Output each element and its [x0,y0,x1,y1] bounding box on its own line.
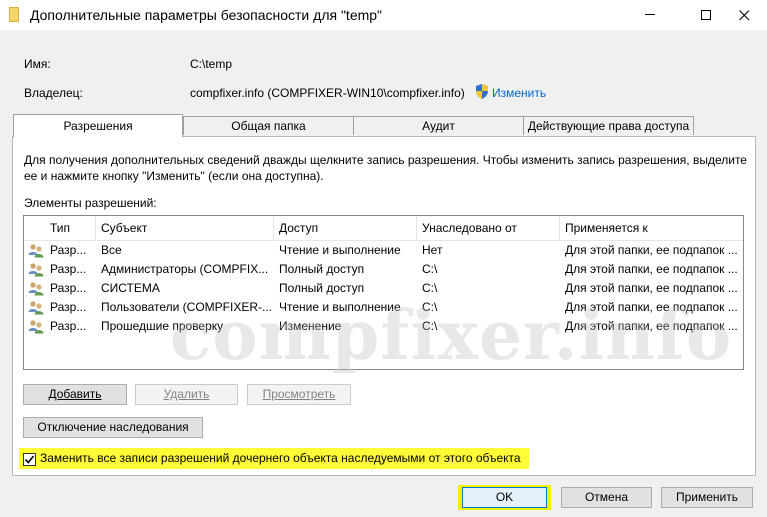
window-title: Дополнительные параметры безопасности дл… [30,7,383,23]
cell-inherited: Нет [422,243,443,257]
cell-applies: Для этой папки, ее подпапок ... [565,281,738,295]
users-icon [28,320,44,334]
users-icon [28,263,44,277]
cell-inherited: C:\ [422,319,438,333]
replace-child-permissions-label[interactable]: Заменить все записи разрешений дочернего… [40,451,521,465]
cell-applies: Для этой папки, ее подпапок ... [565,319,738,333]
table-row[interactable]: Разр... Администраторы (COMPFIX... Полный … [24,260,743,279]
description-line: ее и нажмите кнопку "Изменить" (если она… [24,169,324,183]
table-row[interactable]: Разр... Прошедшие проверку Изменение C:\ Для… [24,317,743,336]
users-icon [28,244,44,258]
add-button-label: Добавить [48,387,102,401]
cancel-button[interactable]: Отмена [561,487,652,508]
disable-inheritance-button[interactable]: Отключение наследования [23,417,203,438]
table-row[interactable]: Разр... Пользователи (COMPFIXER-... Чтение… [24,298,743,317]
cell-access: Чтение и выполнение [279,243,401,257]
security-dialog: Дополнительные параметры безопасности дл… [0,0,767,517]
tab-shared-folder[interactable]: Общая папка [183,116,354,135]
folder-icon [9,7,19,22]
permissions-list[interactable]: Тип Субъект Доступ Унаследовано от Приме… [23,215,744,370]
cell-subject: Все [101,243,122,257]
title-bar: Дополнительные параметры безопасности дл… [0,0,767,30]
tab-audit[interactable]: Аудит [353,116,524,135]
close-icon [738,9,749,20]
permissions-description: Для получения дополнительных сведений дв… [24,152,754,184]
permissions-list-label: Элементы разрешений: [24,196,157,210]
cell-type: Разр... [50,281,87,295]
cell-inherited: C:\ [422,262,438,276]
remove-button-label: Удалить [163,387,210,401]
name-label: Имя: [24,57,51,71]
view-button-label: Просмотреть [262,387,336,401]
column-header-subject[interactable]: Субъект [96,216,274,240]
maximize-icon [700,9,711,20]
minimize-button[interactable] [627,0,673,30]
cell-inherited: C:\ [422,300,438,314]
cell-type: Разр... [50,300,87,314]
owner-value: compfixer.info (COMPFIXER-WIN10\compfixe… [190,86,465,100]
column-header-type[interactable]: Тип [24,216,96,240]
users-icon [28,282,44,296]
cell-applies: Для этой папки, ее подпапок ... [565,262,738,276]
close-button[interactable] [721,0,767,30]
remove-button[interactable]: Удалить [135,384,238,405]
column-header-applies[interactable]: Применяется к [560,216,743,240]
cell-access: Полный доступ [279,262,365,276]
cell-applies: Для этой папки, ее подпапок ... [565,300,738,314]
apply-button[interactable]: Применить [661,487,753,508]
add-button[interactable]: Добавить [23,384,127,405]
cell-applies: Для этой папки, ее подпапок ... [565,243,738,257]
ok-button[interactable]: OK [462,487,547,508]
uac-shield-icon [476,84,488,99]
description-line: Для получения дополнительных сведений дв… [24,153,747,167]
users-icon [28,301,44,315]
cell-type: Разр... [50,319,87,333]
replace-child-permissions-checkbox[interactable] [23,453,36,466]
column-header-inherited[interactable]: Унаследовано от [417,216,560,240]
table-row[interactable]: Разр... Все Чтение и выполнение Нет Для этой… [24,241,743,260]
column-header-access[interactable]: Доступ [274,216,417,240]
cell-access: Изменение [279,319,342,333]
owner-label: Владелец: [24,86,83,100]
checkmark-icon [24,455,35,464]
list-header: Тип Субъект Доступ Унаследовано от Приме… [24,216,743,241]
view-button[interactable]: Просмотреть [247,384,351,405]
cell-access: Чтение и выполнение [279,300,401,314]
cell-subject: СИСТЕМА [101,281,160,295]
tab-permissions[interactable]: Разрешения [13,114,183,137]
cell-subject: Администраторы (COMPFIX... [101,262,269,276]
table-row[interactable]: Разр... СИСТЕМА Полный доступ C:\ Для этой п… [24,279,743,298]
cell-type: Разр... [50,243,87,257]
cell-inherited: C:\ [422,281,438,295]
cell-type: Разр... [50,262,87,276]
change-owner-link[interactable]: Изменить [492,86,546,100]
cell-subject: Прошедшие проверку [101,319,224,333]
minimize-icon [644,14,655,15]
tab-effective-access[interactable]: Действующие права доступа [523,116,694,135]
cell-access: Полный доступ [279,281,365,295]
cell-subject: Пользователи (COMPFIXER-... [101,300,271,314]
name-value: C:\temp [190,57,233,71]
